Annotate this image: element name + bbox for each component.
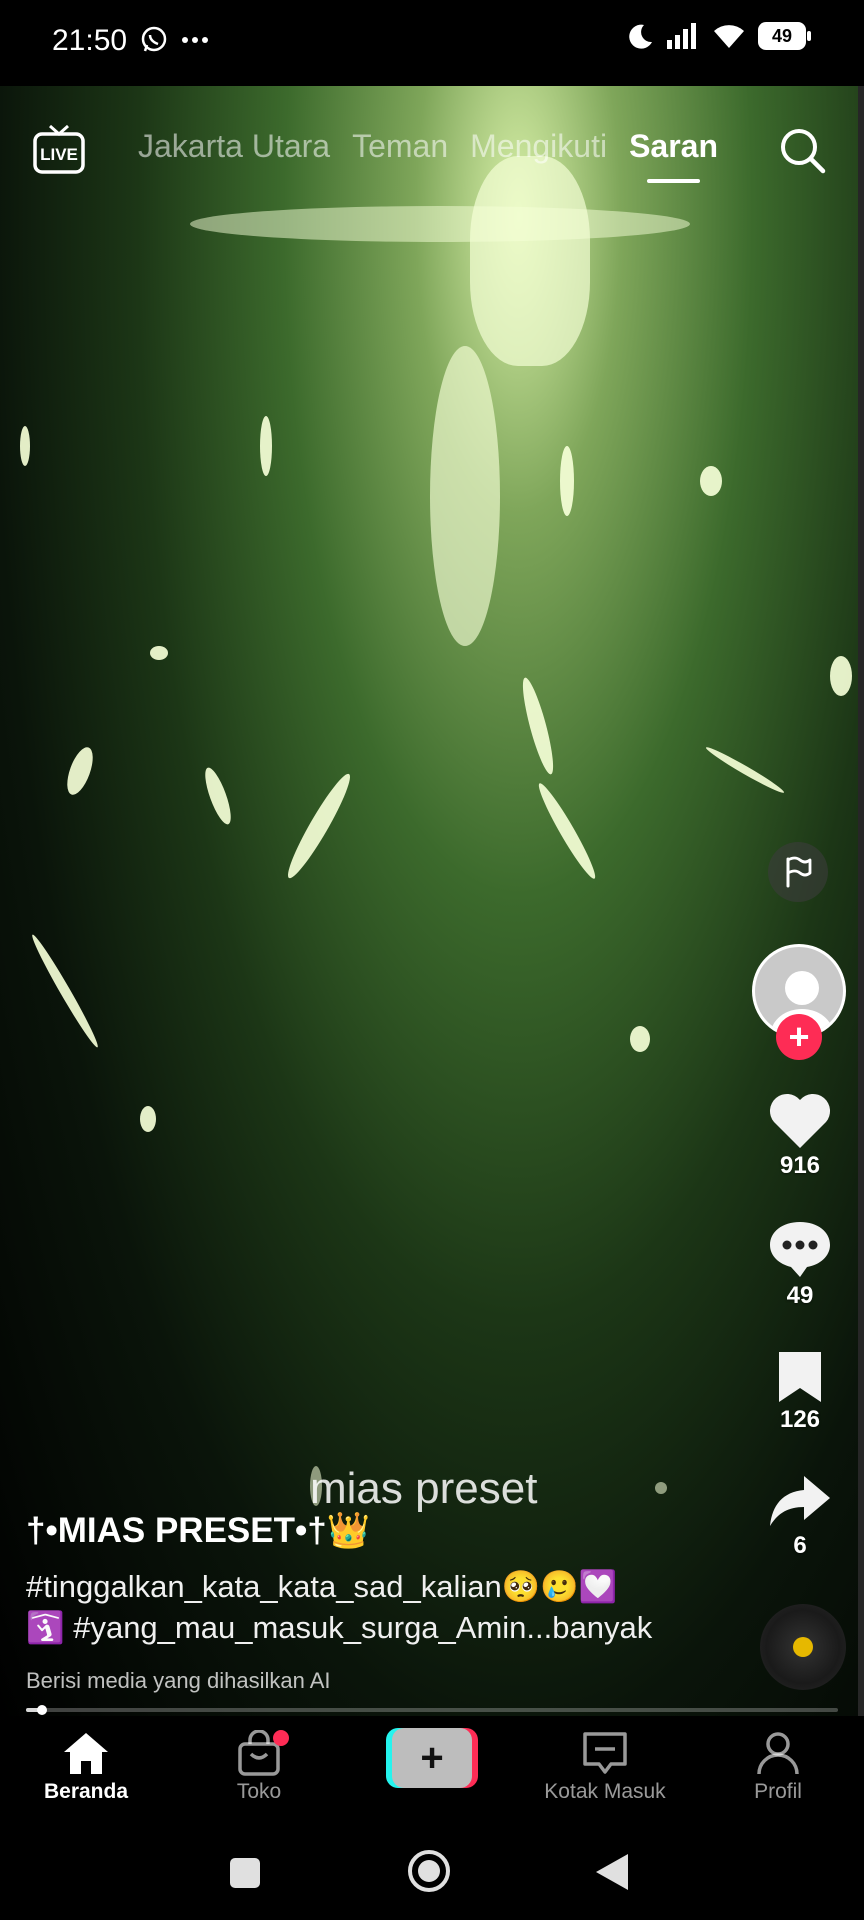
music-disc[interactable] — [760, 1604, 846, 1690]
ai-content-label: Berisi media yang dihasilkan AI — [26, 1668, 331, 1693]
system-nav-bar — [0, 1826, 864, 1920]
create-button[interactable]: + — [386, 1728, 478, 1788]
plus-icon: + — [392, 1728, 472, 1788]
avatar-head — [785, 971, 819, 1005]
nav-beranda[interactable]: Beranda — [16, 1730, 156, 1804]
top-nav: LIVE Jakarta Utara Teman Mengikuti Saran — [0, 120, 864, 200]
status-bar: 21:50 49 — [0, 0, 864, 86]
nav-label-profil: Profil — [754, 1780, 802, 1803]
comment-count: 49 — [786, 1282, 814, 1309]
live-icon[interactable]: LIVE — [32, 124, 86, 176]
bookmark-icon — [779, 1352, 821, 1402]
wifi-icon — [714, 25, 744, 48]
bookmark-button[interactable]: 126 — [760, 1348, 840, 1434]
caption-line-2: 🛐 #yang_mau_masuk_surga_Amin...banyak — [26, 1610, 653, 1645]
feed-tabs: Jakarta Utara Teman Mengikuti Saran — [138, 128, 718, 183]
caption-line-1: #tinggalkan_kata_kata_sad_kalian🥺🥲💟 — [26, 1569, 618, 1604]
share-button[interactable]: 6 — [760, 1472, 840, 1560]
nav-label-toko: Toko — [236, 1780, 282, 1803]
tab-jakarta-utara[interactable]: Jakarta Utara — [138, 128, 330, 165]
status-left-icons — [140, 26, 210, 54]
profile-icon — [757, 1732, 799, 1775]
tab-saran[interactable]: Saran — [629, 128, 718, 183]
home-button-icon[interactable] — [406, 1848, 452, 1894]
recent-apps-icon[interactable] — [228, 1856, 262, 1890]
like-button[interactable]: 916 — [760, 1090, 840, 1180]
battery-icon: 49 — [758, 22, 811, 50]
tab-teman[interactable]: Teman — [352, 128, 448, 165]
nav-label-kotak-masuk: Kotak Masuk — [544, 1780, 666, 1803]
comment-button[interactable]: 49 — [760, 1218, 840, 1310]
nav-profil[interactable]: Profil — [708, 1730, 848, 1804]
tab-mengikuti[interactable]: Mengikuti — [470, 128, 607, 165]
author-name[interactable]: †•MIAS PRESET•†👑 — [26, 1510, 370, 1551]
moon-icon — [629, 24, 652, 49]
status-time: 21:50 — [52, 24, 128, 57]
status-right-icons: 49 — [626, 22, 811, 50]
music-disc-center — [793, 1637, 813, 1657]
inbox-icon — [583, 1732, 627, 1774]
more-icon — [182, 37, 208, 43]
flag-icon — [786, 856, 812, 888]
like-count: 916 — [779, 1152, 821, 1179]
share-count: 6 — [793, 1532, 807, 1559]
report-button[interactable] — [768, 842, 828, 902]
nav-kotak-masuk[interactable]: Kotak Masuk — [535, 1730, 675, 1804]
home-icon — [64, 1733, 108, 1774]
whatsapp-icon — [141, 26, 167, 52]
back-icon[interactable] — [594, 1852, 630, 1892]
video-player[interactable]: mias preset — [0, 86, 864, 1716]
bottom-nav: Beranda Toko + Kotak Masuk Profil — [0, 1716, 864, 1826]
video-edge — [858, 86, 864, 1716]
comment-icon — [770, 1222, 830, 1277]
signal-icon — [667, 23, 696, 49]
notification-dot — [273, 1730, 289, 1746]
nav-label-beranda: Beranda — [43, 1780, 129, 1803]
video-progress-bar[interactable] — [26, 1705, 838, 1715]
follow-button[interactable]: + — [776, 1014, 822, 1060]
svg-text:LIVE: LIVE — [40, 145, 78, 164]
bookmark-count: 126 — [779, 1406, 821, 1433]
video-watermark: mias preset — [310, 1464, 538, 1513]
nav-toko[interactable]: Toko — [189, 1730, 329, 1804]
search-icon[interactable] — [778, 126, 828, 176]
post-caption[interactable]: #tinggalkan_kata_kata_sad_kalian🥺🥲💟 🛐 #y… — [26, 1566, 726, 1648]
heart-icon — [769, 1093, 831, 1148]
share-icon — [770, 1476, 830, 1526]
